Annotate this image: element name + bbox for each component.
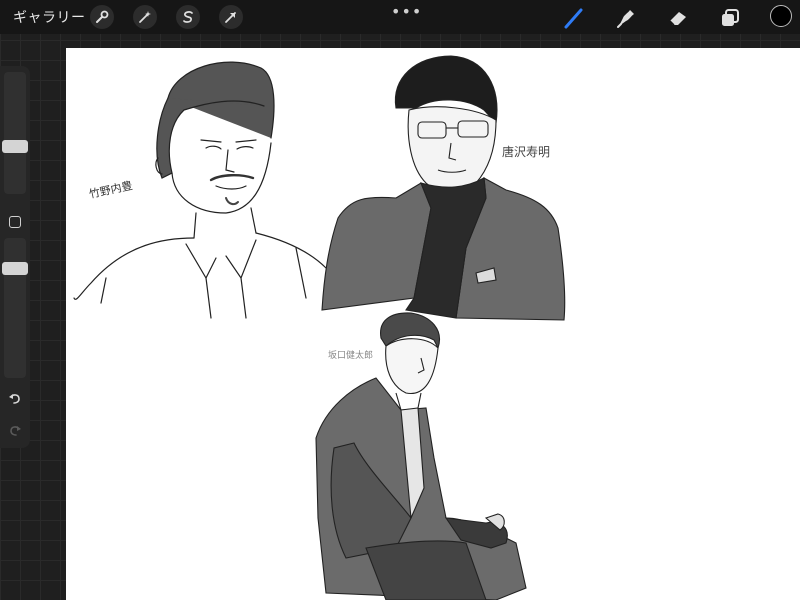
undo-icon[interactable] <box>8 390 22 409</box>
transform-arrow-icon[interactable] <box>219 5 243 29</box>
top-toolbar: ギャラリー ••• <box>0 0 800 34</box>
sketch2-signature: 唐沢寿明 <box>502 144 550 159</box>
gallery-button[interactable]: ギャラリー <box>13 7 86 27</box>
smudge-icon[interactable] <box>614 6 638 30</box>
drawing-canvas[interactable]: 竹野内豊 唐沢寿明 坂口健太郎 <box>66 48 800 600</box>
sketch-portrait-2 <box>321 55 566 321</box>
eraser-icon[interactable] <box>666 6 690 30</box>
canvas-artwork: 竹野内豊 唐沢寿明 坂口健太郎 <box>73 55 566 600</box>
color-swatch[interactable] <box>770 5 792 27</box>
wrench-icon[interactable] <box>90 5 114 29</box>
selection-s-icon[interactable] <box>176 5 200 29</box>
magic-wand-icon[interactable] <box>133 5 157 29</box>
brush-icon[interactable] <box>562 6 586 30</box>
modify-button[interactable] <box>9 216 21 228</box>
opacity-thumb[interactable] <box>2 262 28 276</box>
brush-size-slider[interactable] <box>4 72 26 194</box>
opacity-slider[interactable] <box>4 238 26 378</box>
layers-icon[interactable] <box>718 6 742 30</box>
left-sidebar <box>0 66 30 448</box>
redo-icon[interactable] <box>8 422 22 441</box>
sketch1-signature: 竹野内豊 <box>88 178 134 201</box>
more-options-icon[interactable]: ••• <box>391 2 422 21</box>
brush-size-thumb[interactable] <box>2 139 28 153</box>
sketch3-signature: 坂口健太郎 <box>328 349 373 361</box>
